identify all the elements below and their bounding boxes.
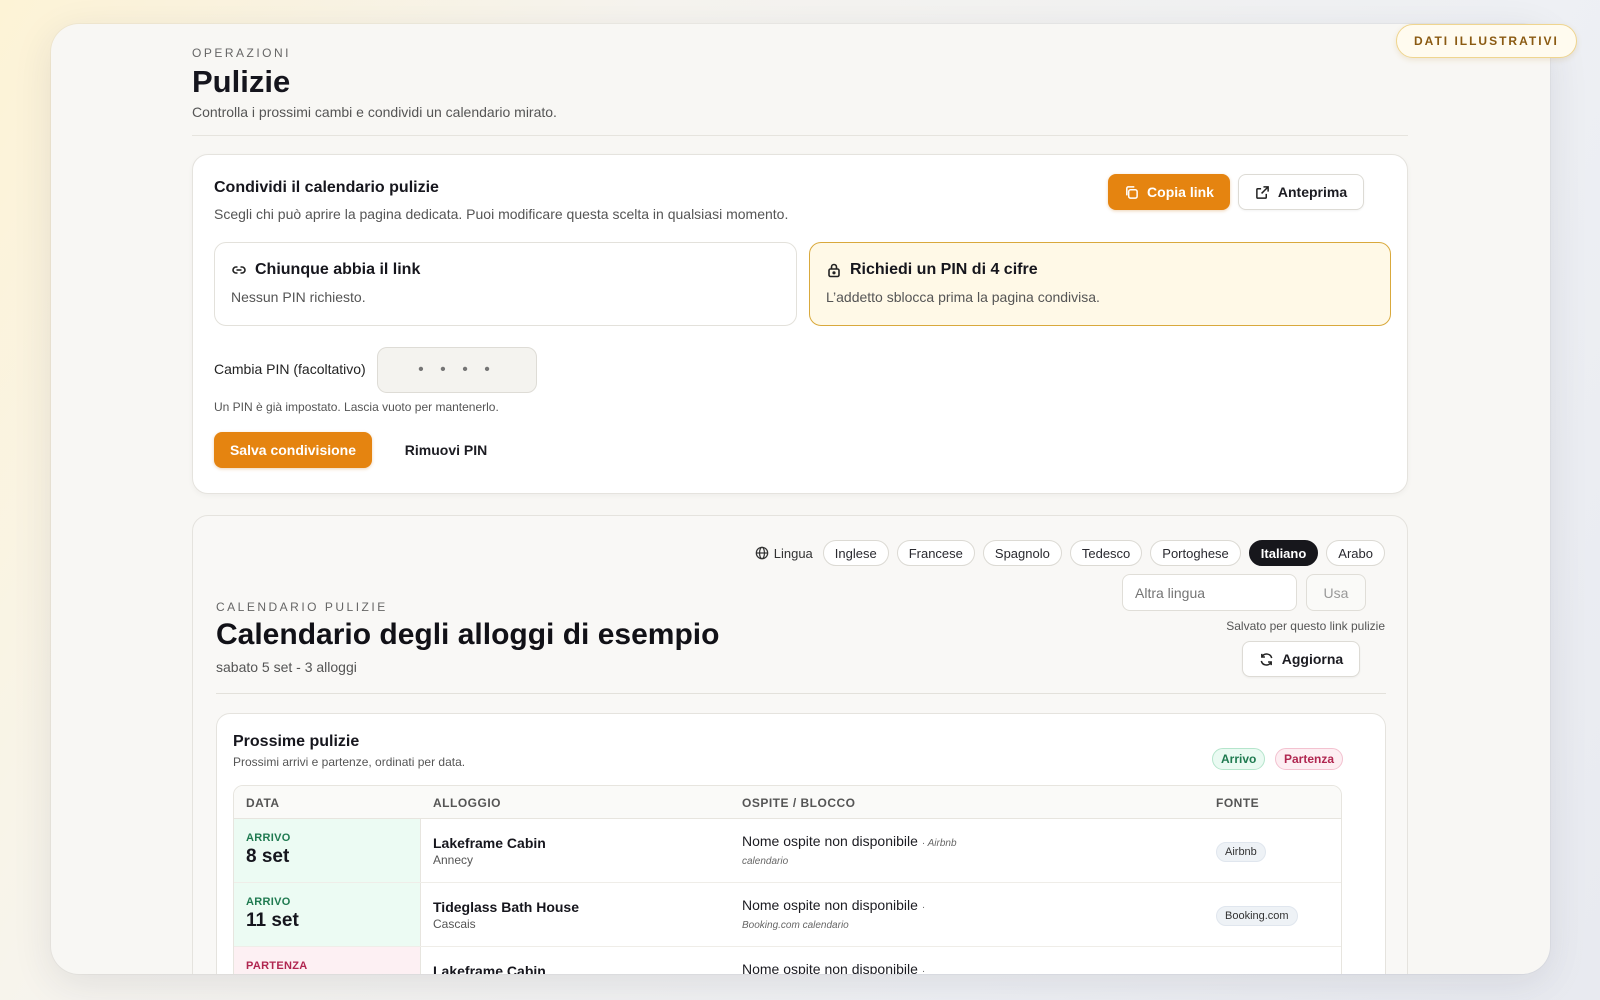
option-link-desc: Nessun PIN richiesto. (231, 289, 366, 305)
column-header-guest: OSPITE / BLOCCO (742, 796, 856, 810)
language-heading: Lingua (755, 546, 813, 561)
property-name: Tideglass Bath House (433, 899, 580, 915)
option-pin-title: Richiedi un PIN di 4 cifre (850, 261, 1038, 278)
guest-cell: Nome ospite non disponibile · (742, 961, 925, 974)
language-selector: Lingua Inglese Francese Spagnolo Tedesco… (755, 540, 1385, 566)
column-header-property: ALLOGGIO (433, 796, 501, 810)
language-chip-french[interactable]: Francese (896, 540, 975, 566)
event-date: 11 set (246, 910, 299, 931)
guest-cell: Nome ospite non disponibile · Airbnb cale… (742, 833, 957, 867)
share-card: Condividi il calendario pulizie Scegli c… (192, 154, 1408, 494)
copy-link-button[interactable]: Copia link (1108, 174, 1230, 210)
app-frame: OPERAZIONI Pulizie Controlla i prossimi … (51, 24, 1550, 974)
page-title: Pulizie (192, 64, 291, 99)
preview-label: Anteprima (1277, 184, 1348, 200)
illustrative-data-badge: DATI ILLUSTRATIVI (1396, 24, 1577, 58)
option-link-heading: Chiunque abbia il link (231, 261, 780, 279)
option-pin-heading: Richiedi un PIN di 4 cifre (826, 261, 1374, 279)
property-cell: Tideglass Bath House Cascais (433, 899, 579, 931)
option-anyone-with-link[interactable]: Chiunque abbia il link Nessun PIN richie… (214, 242, 797, 326)
date-cell: PARTENZA (234, 947, 421, 974)
cleanings-table: DATA ALLOGGIO OSPITE / BLOCCO FONTE ARRI… (233, 785, 1342, 974)
date-cell: ARRIVO 8 set (234, 819, 421, 882)
section-eyebrow: OPERAZIONI (192, 46, 292, 60)
guest-cell: Nome ospite non disponibile · Booking.com… (742, 897, 925, 931)
table-header: DATA ALLOGGIO OSPITE / BLOCCO FONTE (234, 786, 1341, 819)
upcoming-title: Prossime pulizie (233, 733, 360, 750)
event-type: PARTENZA (246, 960, 308, 972)
option-require-pin[interactable]: Richiedi un PIN di 4 cifre L’addetto sbl… (809, 242, 1391, 326)
divider (216, 693, 1386, 694)
property-cell: Lakeframe Cabin (433, 963, 546, 974)
property-cell: Lakeframe Cabin Annecy (433, 835, 546, 867)
guest-source-detail: calendario (742, 856, 789, 867)
calendar-title: Calendario degli alloggi di esempio (216, 618, 720, 651)
calendar-card: Lingua Inglese Francese Spagnolo Tedesco… (192, 515, 1408, 974)
calendar-subtitle: sabato 5 set - 3 alloggi (216, 659, 357, 675)
other-language-input[interactable] (1122, 574, 1297, 611)
external-link-icon (1255, 185, 1270, 200)
language-chip-portuguese[interactable]: Portoghese (1150, 540, 1241, 566)
upcoming-subtitle: Prossimi arrivi e partenze, ordinati per… (233, 755, 466, 769)
pin-label: Cambia PIN (facoltativo) (214, 361, 366, 377)
column-header-source: FONTE (1216, 796, 1260, 810)
event-date: 8 set (246, 846, 290, 867)
table-row[interactable]: ARRIVO 11 set Tideglass Bath House Casca… (234, 883, 1341, 947)
guest-name: Nome ospite non disponibile (742, 961, 918, 974)
guest-source: · (921, 966, 926, 974)
property-location: Cascais (433, 917, 476, 931)
option-pin-desc: L’addetto sblocca prima la pagina condiv… (826, 289, 1100, 305)
upcoming-cleanings-panel: Prossime pulizie Prossimi arrivi e parte… (216, 713, 1386, 974)
share-title: Condividi il calendario pulizie (214, 179, 439, 196)
link-icon (231, 262, 247, 278)
guest-name: Nome ospite non disponibile (742, 833, 918, 849)
language-chip-arabic[interactable]: Arabo (1326, 540, 1385, 566)
table-row[interactable]: PARTENZA Lakeframe Cabin Nome ospite non… (234, 947, 1341, 974)
refresh-icon (1259, 652, 1274, 667)
divider (192, 135, 1408, 136)
language-chip-italian[interactable]: Italiano (1248, 540, 1319, 566)
guest-source: · Airbnb (921, 838, 957, 849)
calendar-eyebrow: CALENDARIO PULIZIE (216, 600, 388, 614)
date-cell: ARRIVO 11 set (234, 883, 421, 946)
source-badge: Airbnb (1216, 842, 1266, 862)
property-name: Lakeframe Cabin (433, 835, 546, 851)
legend-arrival-tag: Arrivo (1212, 748, 1266, 770)
property-name: Lakeframe Cabin (433, 963, 546, 974)
event-type: ARRIVO (246, 896, 291, 908)
refresh-button[interactable]: Aggiorna (1242, 641, 1360, 677)
language-label: Lingua (773, 545, 813, 561)
preview-button[interactable]: Anteprima (1238, 174, 1364, 210)
refresh-label: Aggiorna (1281, 651, 1344, 667)
copy-icon (1124, 185, 1139, 200)
column-header-date: DATA (246, 796, 280, 810)
pin-input[interactable] (377, 347, 537, 393)
guest-name: Nome ospite non disponibile (742, 897, 918, 913)
globe-icon (755, 546, 769, 560)
legend-departure-tag: Partenza (1275, 748, 1344, 770)
event-type: ARRIVO (246, 832, 291, 844)
pin-hint: Un PIN è già impostato. Lascia vuoto per… (214, 400, 499, 414)
saved-note: Salvato per questo link pulizie (1226, 619, 1385, 633)
save-sharing-button[interactable]: Salva condivisione (214, 432, 372, 468)
source-badge: Booking.com (1216, 906, 1298, 926)
table-row[interactable]: ARRIVO 8 set Lakeframe Cabin Annecy Nome… (234, 819, 1341, 883)
lock-icon (826, 262, 842, 278)
guest-source: · (921, 902, 926, 913)
copy-link-label: Copia link (1147, 184, 1214, 200)
option-link-title: Chiunque abbia il link (255, 261, 421, 278)
language-chip-english[interactable]: Inglese (822, 540, 889, 566)
language-chip-german[interactable]: Tedesco (1069, 540, 1143, 566)
language-chip-spanish[interactable]: Spagnolo (982, 540, 1062, 566)
share-subtitle: Scegli chi può aprire la pagina dedicata… (214, 206, 789, 222)
guest-source-detail: Booking.com calendario (742, 920, 849, 931)
use-language-button[interactable]: Usa (1306, 574, 1366, 611)
property-location: Annecy (433, 853, 474, 867)
remove-pin-button[interactable]: Rimuovi PIN (393, 432, 499, 468)
page-subtitle: Controlla i prossimi cambi e condividi u… (192, 104, 557, 120)
